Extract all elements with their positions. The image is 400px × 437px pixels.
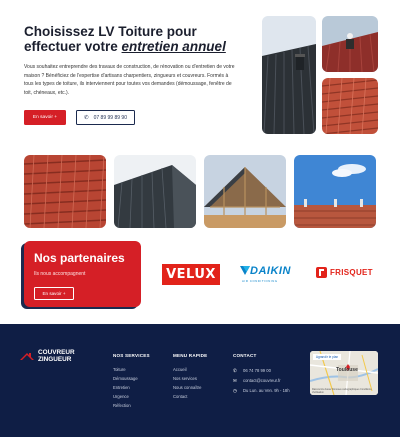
map-enlarge-button[interactable]: Agrandir le plan (313, 354, 341, 360)
hero-phone-number: 07 89 99 89 90 (93, 114, 127, 121)
footer-contact-title: CONTACT (233, 353, 257, 358)
phone-icon: ✆ (233, 368, 237, 373)
partners-learn-more-button[interactable]: En savoir + (34, 287, 74, 300)
gallery-image-red-tiles (24, 155, 106, 228)
footer-menu-item[interactable]: Accueil (173, 365, 201, 374)
hero-title-line1: Choisissez LV Toiture pour (24, 24, 197, 39)
footer-hours-text: Du Lun. au Ven. 9h - 18h (243, 388, 290, 393)
map-city-label: Toulouse (336, 367, 358, 373)
hero-title: Choisissez LV Toiture pour effectuer vot… (24, 24, 254, 54)
hero-image-grid (262, 16, 378, 134)
hero-title-line2: effectuer votre (24, 39, 122, 54)
hero-image-metal-roof (262, 16, 316, 134)
map-attribution[interactable]: Raccourcis clavier Données cartographiqu… (312, 388, 378, 394)
footer-services-item[interactable]: Démoussage (113, 374, 138, 383)
phone-icon: ✆ (84, 114, 89, 121)
frisquet-name: FRISQUET (330, 267, 373, 277)
gallery-image-timber-frame (204, 155, 286, 228)
footer-quick-menu-list: Accueil Nos services Nous connaître Cont… (173, 365, 201, 401)
frisquet-logo: FRISQUET (316, 265, 378, 279)
footer-brand: COUVREUR ZINGUEUR (38, 349, 75, 363)
hero-title-emphasis: entretien annuel (121, 39, 226, 54)
footer: COUVREUR ZINGUEUR NOS SERVICES Toiture D… (0, 324, 400, 437)
frisquet-mark-icon (316, 266, 327, 278)
footer-phone-text: 06 74 78 99 00 (243, 368, 271, 373)
footer-services-item[interactable]: Entretien (113, 383, 138, 392)
hero-description: Vous souhaitez entreprendre des travaux … (24, 64, 235, 96)
footer-services-list: Toiture Démoussage Entretien Urgence Réf… (113, 365, 138, 410)
footer-contact-list: ✆ 06 74 78 99 00 ✉ contact@couvreur.fr ◷… (233, 366, 290, 396)
footer-menu-item[interactable]: Nos services (173, 374, 201, 383)
daikin-tagline: AIR CONDITIONING (242, 279, 278, 283)
footer-services-item[interactable]: Toiture (113, 365, 138, 374)
footer-logo[interactable]: COUVREUR ZINGUEUR (20, 349, 75, 363)
footer-map[interactable]: Agrandir le plan Toulouse Raccourcis cla… (310, 351, 378, 395)
daikin-logo: DAIKIN AIR CONDITIONING (240, 265, 298, 285)
footer-services-item[interactable]: Réfection (113, 401, 138, 410)
footer-services-item[interactable]: Urgence (113, 392, 138, 401)
daikin-name: DAIKIN (250, 265, 291, 277)
hero-section: Choisissez LV Toiture pour effectuer vot… (0, 0, 400, 145)
footer-menu-item[interactable]: Contact (173, 392, 201, 401)
velux-logo: VELUX (162, 264, 220, 285)
footer-menu-item[interactable]: Nous connaître (173, 383, 201, 392)
partners-subtitle: Ils nous accompagnent (34, 271, 86, 277)
hero-image-red-tiles (322, 78, 378, 134)
footer-email-text: contact@couvreur.fr (243, 378, 281, 383)
gallery-image-blue-sky-roof (294, 155, 376, 228)
hero-learn-more-button[interactable]: En savoir + (24, 110, 66, 125)
footer-contact-phone[interactable]: ✆ 06 74 78 99 00 (233, 366, 290, 376)
partners-title: Nos partenaires (34, 251, 125, 265)
roof-icon (20, 352, 34, 360)
daikin-mark-icon (240, 266, 250, 275)
footer-contact-hours: ◷ Du Lun. au Ven. 9h - 18h (233, 386, 290, 396)
partners-card: Nos partenaires Ils nous accompagnent En… (24, 241, 141, 307)
footer-services-title: NOS SERVICES (113, 353, 150, 358)
mail-icon: ✉ (233, 378, 237, 383)
hero-image-roofer (322, 16, 378, 72)
gallery-image-dark-metal-roof (114, 155, 196, 228)
clock-icon: ◷ (233, 388, 237, 393)
footer-contact-email[interactable]: ✉ contact@couvreur.fr (233, 376, 290, 386)
hero-phone-button[interactable]: ✆ 07 89 99 89 90 (76, 110, 135, 125)
footer-brand-line2: ZINGUEUR (38, 355, 72, 363)
footer-quick-menu-title: MENU RAPIDE (173, 353, 208, 358)
